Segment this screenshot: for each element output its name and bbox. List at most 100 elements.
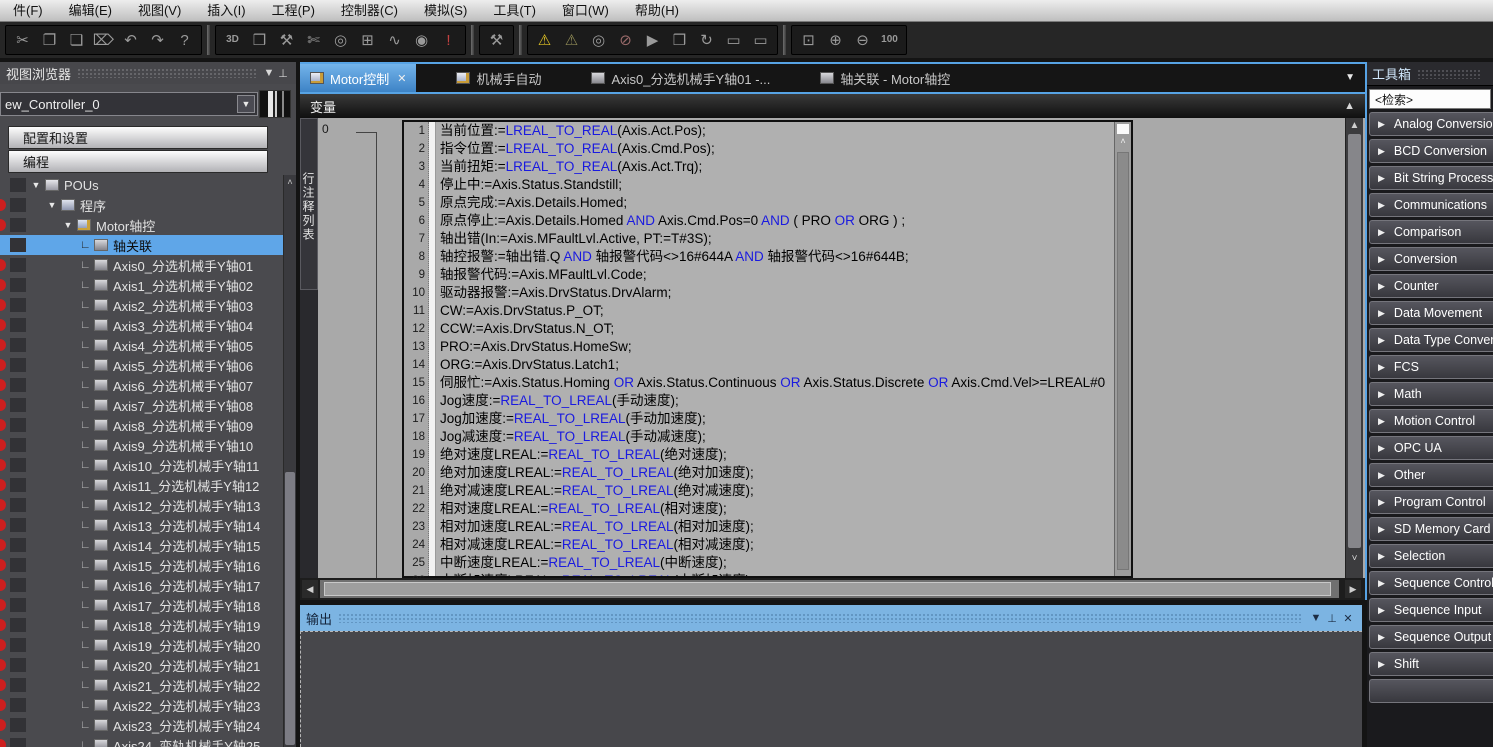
toolbox-category-analog-conversion[interactable]: ▶Analog Conversion [1369, 112, 1493, 136]
tree-item-axis5-y-06[interactable]: ∟Axis5_分选机械手Y轴06 [0, 355, 283, 375]
pin-icon[interactable]: ⊥ [1324, 612, 1340, 625]
tree-item-axis8-y-09[interactable]: ∟Axis8_分选机械手Y轴09 [0, 415, 283, 435]
controller-select[interactable]: ew_Controller_0 ▼ [0, 92, 258, 116]
toolbox-category-sequence-output[interactable]: ▶Sequence Output [1369, 625, 1493, 649]
toolbox-category-sequence-control[interactable]: ▶Sequence Control [1369, 571, 1493, 595]
line-comment-list-tab[interactable]: 行注释列表 [300, 118, 318, 290]
toolbox-category-sequence-input[interactable]: ▶Sequence Input [1369, 598, 1493, 622]
menu-item-5[interactable]: 控制器(C) [328, 0, 411, 22]
scrollbar-thumb[interactable] [324, 582, 1331, 596]
panel-menu-icon[interactable]: ▼ [1308, 612, 1324, 624]
tree-item-axis3-y-04[interactable]: ∟Axis3_分选机械手Y轴04 [0, 315, 283, 335]
toolbox-category-conversion[interactable]: ▶Conversion [1369, 247, 1493, 271]
toolbox-category-sd-memory-card[interactable]: ▶SD Memory Card [1369, 517, 1493, 541]
scroll-down-icon[interactable]: ˅ [1346, 553, 1363, 564]
tree-item-axis12-y-13[interactable]: ∟Axis12_分选机械手Y轴13 [0, 495, 283, 515]
menu-item-3[interactable]: 插入(I) [194, 0, 258, 22]
code-line-14[interactable]: ORG:=Axis.DrvStatus.Latch1; [436, 356, 1114, 374]
code-line-10[interactable]: 驱动器报警:=Axis.DrvStatus.DrvAlarm; [436, 284, 1114, 302]
menu-item-9[interactable]: 帮助(H) [622, 0, 692, 22]
output-header[interactable]: 输出 ▼ ⊥ ✕ [300, 605, 1362, 631]
code-line-13[interactable]: PRO:=Axis.DrvStatus.HomeSw; [436, 338, 1114, 356]
scroll-right-icon[interactable]: ▶ [1345, 580, 1361, 598]
collapse-up-icon[interactable]: ▲ [1344, 100, 1355, 112]
tree-node-2[interactable]: ▼Motor轴控 [0, 215, 283, 235]
toolbox-category-shift[interactable]: ▶Shift [1369, 652, 1493, 676]
monitor-stop-icon[interactable]: ⊘ [612, 27, 639, 53]
menu-item-1[interactable]: 编辑(E) [56, 0, 125, 22]
toolbox-category-motion-control[interactable]: ▶Motion Control [1369, 409, 1493, 433]
transfer-from-controller-icon[interactable]: ▭ [747, 27, 774, 53]
tab-3[interactable]: 轴关联 - Motor轴控 [810, 64, 960, 92]
code-line-17[interactable]: Jog加速度:=REAL_TO_LREAL(手动加速度); [436, 410, 1114, 428]
tree-item-axis17-y-18[interactable]: ∟Axis17_分选机械手Y轴18 [0, 595, 283, 615]
toolbox-category-comparison[interactable]: ▶Comparison [1369, 220, 1493, 244]
tree-item-axis15-y-16[interactable]: ∟Axis15_分选机械手Y轴16 [0, 555, 283, 575]
3d-view-icon[interactable]: 3D [219, 27, 246, 53]
help-icon[interactable]: ? [171, 27, 198, 53]
menu-item-8[interactable]: 窗口(W) [549, 0, 622, 22]
tab-list-dropdown-icon[interactable]: ▼ [1345, 72, 1355, 83]
tree-scrollbar[interactable]: ˄ [283, 175, 296, 747]
window-arrange-icon[interactable]: ❒ [246, 27, 273, 53]
chevron-down-icon[interactable]: ▼ [237, 95, 255, 113]
scroll-up-icon[interactable]: ˄ [1115, 136, 1131, 146]
toolbox-category-math[interactable]: ▶Math [1369, 382, 1493, 406]
code-line-20[interactable]: 绝对加速度LREAL:=REAL_TO_LREAL(绝对加速度); [436, 464, 1114, 482]
tree-item-axis4-y-05[interactable]: ∟Axis4_分选机械手Y轴05 [0, 335, 283, 355]
expand-arrow-icon[interactable]: ▼ [30, 180, 42, 190]
code-line-11[interactable]: CW:=Axis.DrvStatus.P_OT; [436, 302, 1114, 320]
code-line-21[interactable]: 绝对减速度LREAL:=REAL_TO_LREAL(绝对减速度); [436, 482, 1114, 500]
code-panel[interactable]: 1234567891011121314151617181920212223242… [402, 120, 1133, 578]
tree-item-axis21-y-22[interactable]: ∟Axis21_分选机械手Y轴22 [0, 675, 283, 695]
stack-icon[interactable]: ❒ [666, 27, 693, 53]
menu-item-6[interactable]: 模拟(S) [411, 0, 480, 22]
variables-bar[interactable]: 变量 ▲ [300, 92, 1365, 118]
toolbox-category-program-control[interactable]: ▶Program Control [1369, 490, 1493, 514]
code-line-3[interactable]: 当前扭矩:=LREAL_TO_REAL(Axis.Act.Trq); [436, 158, 1114, 176]
cut-icon[interactable]: ✂ [9, 27, 36, 53]
scroll-up-icon[interactable]: ▲ [1346, 120, 1363, 131]
monitor-icon[interactable]: ◎ [327, 27, 354, 53]
tree-item-axis23-y-24[interactable]: ∟Axis23_分选机械手Y轴24 [0, 715, 283, 735]
toolbox-category-data-type-conversion[interactable]: ▶Data Type Conversion [1369, 328, 1493, 352]
scroll-left-icon[interactable]: ◀ [302, 580, 318, 598]
tree-node-0[interactable]: ▼POUs [0, 175, 283, 195]
editor-horizontal-scrollbar[interactable]: ◀ ▶ [300, 578, 1365, 600]
code-line-22[interactable]: 相对速度LREAL:=REAL_TO_LREAL(相对速度); [436, 500, 1114, 518]
toolbox-category-fcs[interactable]: ▶FCS [1369, 355, 1493, 379]
scrollbar-thumb[interactable] [1117, 152, 1129, 570]
tree-item-axis9-y-10[interactable]: ∟Axis9_分选机械手Y轴10 [0, 435, 283, 455]
panel-menu-icon[interactable]: ▼ [262, 67, 276, 79]
tree-item-axis20-y-21[interactable]: ∟Axis20_分选机械手Y轴21 [0, 655, 283, 675]
code-line-26[interactable]: 中断加速度LREAL:=REAL_TO_LREAL(中断加速度) [436, 572, 1114, 576]
tab-2[interactable]: Axis0_分选机械手Y轴01 -... [581, 64, 780, 92]
zoom-in-icon[interactable]: ⊕ [822, 27, 849, 53]
tree-item-axis2-y-03[interactable]: ∟Axis2_分选机械手Y轴03 [0, 295, 283, 315]
build-icon[interactable]: ⚒ [273, 27, 300, 53]
expand-arrow-icon[interactable]: ▼ [62, 220, 74, 230]
close-icon[interactable]: ✕ [1340, 612, 1356, 625]
scrollbar-thumb[interactable] [1348, 134, 1361, 548]
transfer-to-controller-icon[interactable]: ▭ [720, 27, 747, 53]
programming-button[interactable]: 编程 [8, 150, 268, 173]
tree-item--[interactable]: ∟轴关联 [0, 235, 283, 255]
tree-item-axis13-y-14[interactable]: ∟Axis13_分选机械手Y轴14 [0, 515, 283, 535]
paste-icon[interactable]: ❏ [63, 27, 90, 53]
code-line-8[interactable]: 轴控报警:=轴出错.Q AND 轴报警代码<>16#644A AND 轴报警代码… [436, 248, 1114, 266]
code-line-12[interactable]: CCW:=Axis.DrvStatus.N_OT; [436, 320, 1114, 338]
code-line-18[interactable]: Jog减速度:=REAL_TO_LREAL(手动减速度); [436, 428, 1114, 446]
sync-icon[interactable]: ↻ [693, 27, 720, 53]
code-line-2[interactable]: 指令位置:=LREAL_TO_REAL(Axis.Cmd.Pos); [436, 140, 1114, 158]
watch-table-icon[interactable]: ⊞ [354, 27, 381, 53]
copy-icon[interactable]: ❐ [36, 27, 63, 53]
tab-0[interactable]: Motor控制✕ [300, 64, 416, 92]
search-icon[interactable]: ◉ [408, 27, 435, 53]
troubleshoot-icon[interactable]: ⚒ [483, 27, 510, 53]
error-list-icon[interactable]: ! [435, 27, 462, 53]
menu-item-7[interactable]: 工具(T) [480, 0, 549, 22]
code-line-9[interactable]: 轴报警代码:=Axis.MFaultLvl.Code; [436, 266, 1114, 284]
code-line-7[interactable]: 轴出错(In:=Axis.MFaultLvl.Active, PT:=T#3S)… [436, 230, 1114, 248]
code-line-6[interactable]: 原点停止:=Axis.Details.Homed AND Axis.Cmd.Po… [436, 212, 1114, 230]
editor-vertical-scrollbar[interactable]: ▲ ˅ [1345, 118, 1363, 578]
